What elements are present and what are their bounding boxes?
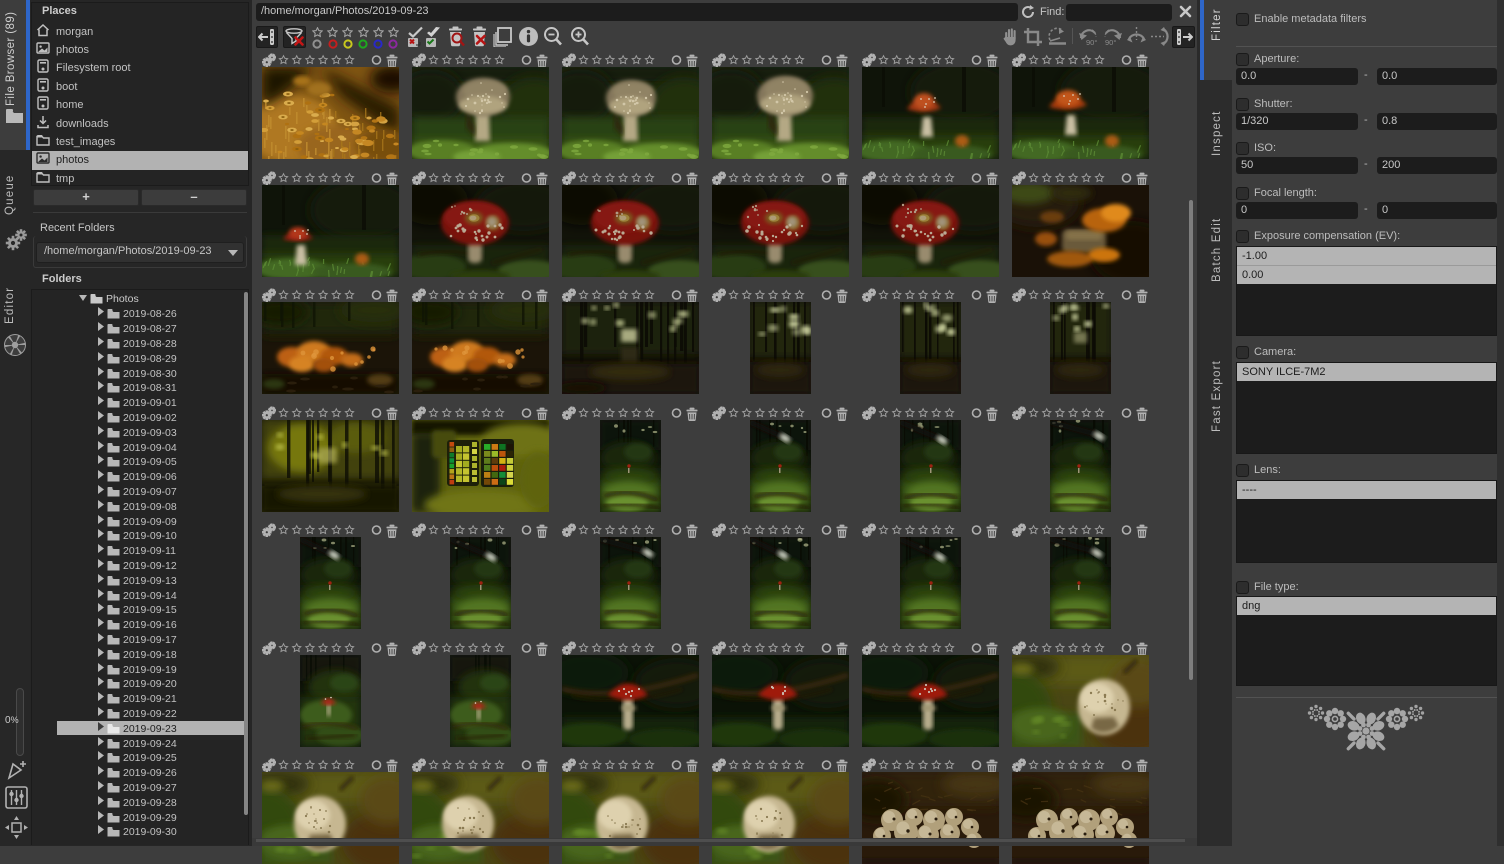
svg-text:90°: 90°	[1105, 38, 1116, 47]
svg-text:90°: 90°	[1086, 38, 1097, 47]
